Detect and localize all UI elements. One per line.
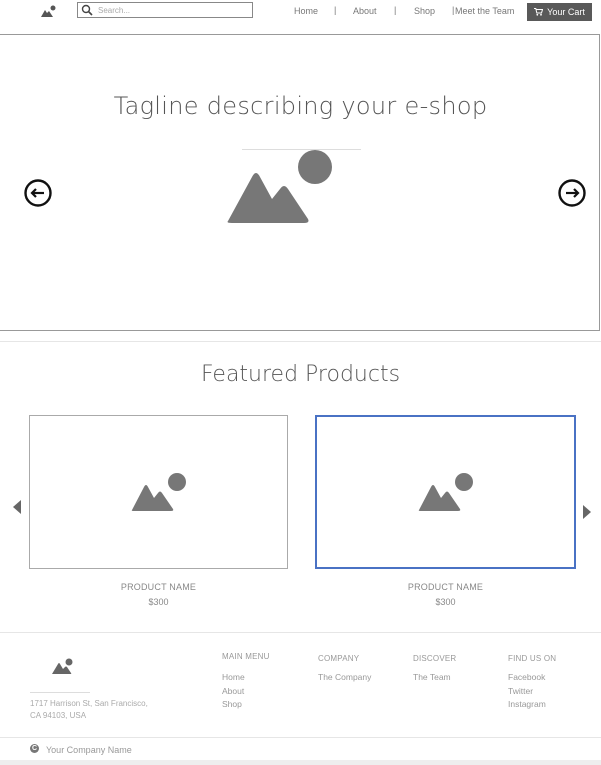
nav-about[interactable]: About xyxy=(353,6,377,16)
footer-link-about[interactable]: About xyxy=(222,686,244,696)
hero-next-arrow-icon[interactable] xyxy=(558,179,586,207)
hero-prev-arrow-icon[interactable] xyxy=(24,179,52,207)
footer-link-the-team[interactable]: The Team xyxy=(413,672,451,682)
search-icon xyxy=(81,4,93,16)
hero-tagline: Tagline describing your e-shop xyxy=(113,92,488,120)
bottom-bar xyxy=(0,760,601,765)
footer-link-the-company[interactable]: The Company xyxy=(318,672,371,682)
product-price: $300 xyxy=(148,597,169,607)
footer-link-instagram[interactable]: Instagram xyxy=(508,699,546,709)
footer-link-facebook[interactable]: Facebook xyxy=(508,672,545,682)
featured-next-arrow-icon[interactable] xyxy=(583,505,591,519)
footer-divider xyxy=(0,632,601,633)
hero-image-placeholder-icon xyxy=(227,150,332,223)
footer-link-twitter[interactable]: Twitter xyxy=(508,686,533,696)
nav-separator: | xyxy=(394,5,397,15)
footer-address: 1717 Harrison St, San Francisco, CA 9410… xyxy=(30,698,170,722)
product-name[interactable]: PRODUCT NAME xyxy=(315,582,576,592)
cart-button[interactable]: Your Cart xyxy=(527,3,592,21)
nav-separator: | xyxy=(452,5,455,15)
nav-separator: | xyxy=(334,5,337,15)
product-price: $300 xyxy=(435,597,456,607)
footer-link-shop[interactable]: Shop xyxy=(222,699,242,709)
product-name[interactable]: PRODUCT NAME xyxy=(29,582,288,592)
footer-heading-discover: DISCOVER xyxy=(413,654,457,663)
company-name: Your Company Name xyxy=(46,745,132,755)
address-line: 1717 Harrison St, San Francisco, xyxy=(30,699,148,708)
section-divider xyxy=(0,341,601,342)
featured-products-title: Featured Products xyxy=(200,362,401,387)
footer-heading-company: COMPANY xyxy=(318,654,360,663)
nav-home[interactable]: Home xyxy=(294,6,318,16)
footer-link-home[interactable]: Home xyxy=(222,672,245,682)
nav-shop[interactable]: Shop xyxy=(414,6,435,16)
logo-icon[interactable] xyxy=(40,5,56,18)
footer-address-divider xyxy=(30,692,90,693)
copyright-icon: C xyxy=(30,744,39,753)
cart-icon xyxy=(534,8,544,16)
footer-heading-find-us-on: FIND US ON xyxy=(508,654,557,663)
footer-heading-main-menu: MAIN MENU xyxy=(222,652,270,661)
product-card-selected[interactable] xyxy=(315,415,576,569)
address-line: CA 94103, USA xyxy=(30,711,87,720)
search-input[interactable] xyxy=(98,4,248,16)
product-image-placeholder-icon xyxy=(418,473,473,511)
site-header: Home | About | Shop | Meet the Team Your… xyxy=(0,0,601,34)
product-image-placeholder-icon xyxy=(131,473,186,511)
cart-label: Your Cart xyxy=(547,7,585,17)
nav-meet-the-team[interactable]: Meet the Team xyxy=(455,6,514,16)
featured-prev-arrow-icon[interactable] xyxy=(13,500,21,514)
product-card[interactable] xyxy=(29,415,288,569)
copyright-divider xyxy=(0,737,601,738)
search-box[interactable] xyxy=(77,2,253,18)
footer-logo-icon xyxy=(52,658,73,674)
